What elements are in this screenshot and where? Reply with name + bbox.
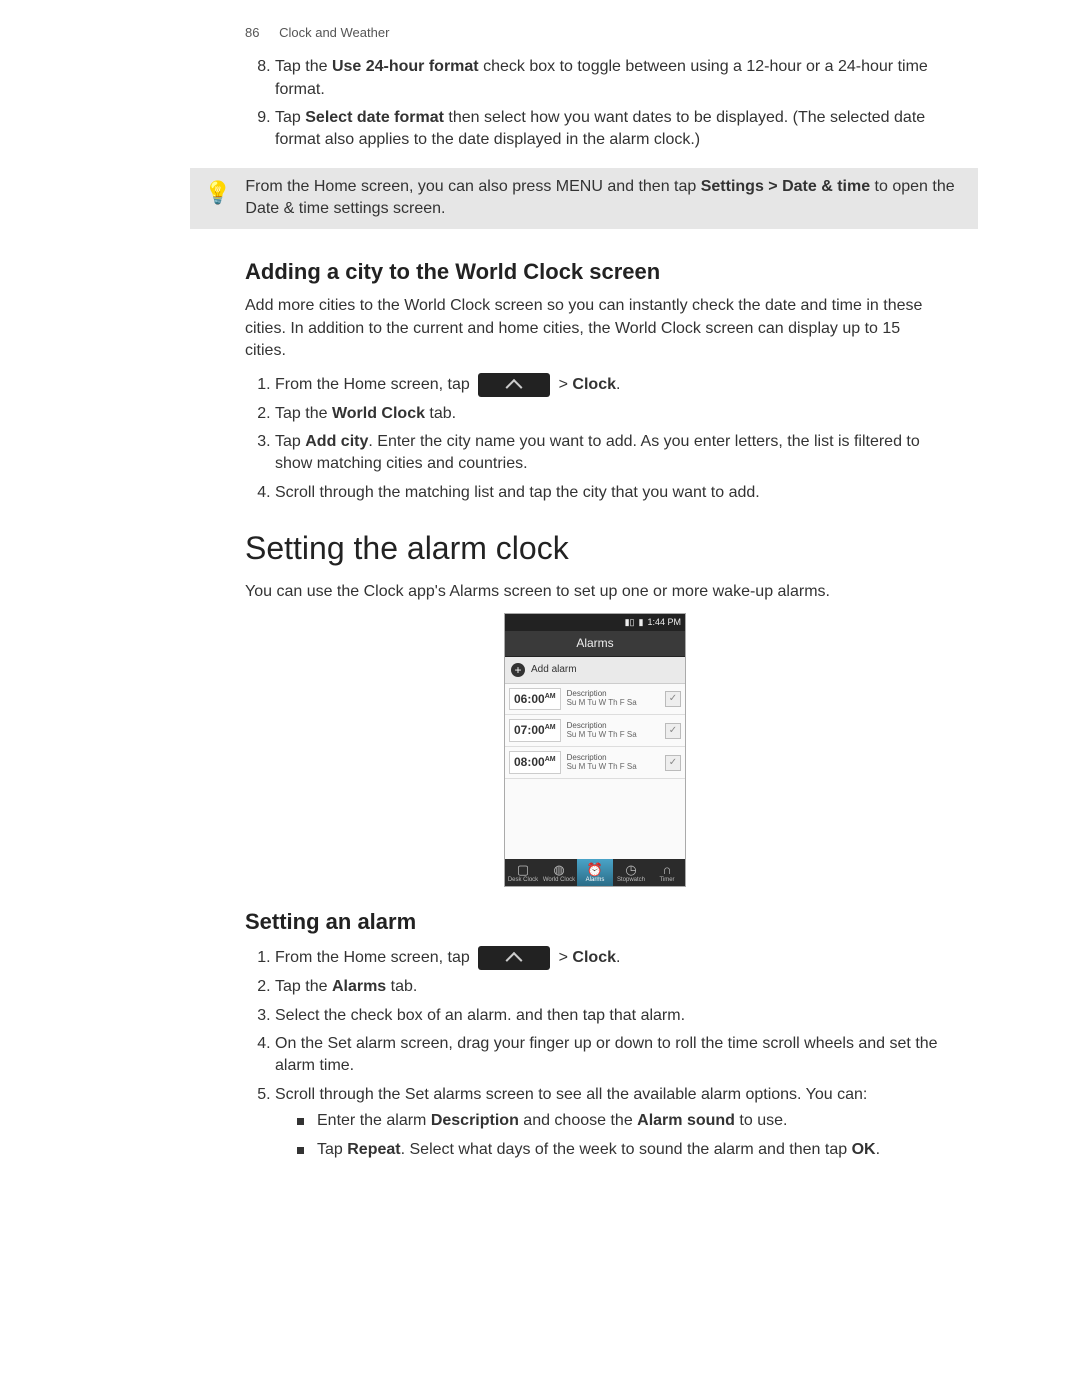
signal-icon: ▮▯ (625, 616, 635, 629)
step-9: Tap Select date format then select how y… (275, 107, 945, 152)
setting-alarm-title: Setting an alarm (245, 907, 945, 938)
alarm-checkbox[interactable]: ✓ (665, 755, 681, 771)
phone-tab-world-clock[interactable]: ◍World Clock (541, 859, 577, 886)
adding-city-steps: From the Home screen, tap > Clock. Tap t… (245, 373, 945, 505)
alarm-desc: DescriptionSu M Tu W Th F Sa (567, 722, 665, 740)
adding-city-step2: Tap the World Clock tab. (275, 403, 945, 425)
header-section: Clock and Weather (279, 25, 389, 40)
setting-alarm-steps: From the Home screen, tap > Clock. Tap t… (245, 946, 945, 1161)
alarm-time: 08:00AM (509, 751, 561, 774)
phone-tab-timer[interactable]: ∩Timer (649, 859, 685, 886)
app-launcher-icon (478, 946, 550, 970)
setting-alarm-step4: On the Set alarm screen, drag your finge… (275, 1033, 945, 1078)
phone-title: Alarms (505, 631, 685, 657)
alarm-time: 07:00AM (509, 719, 561, 742)
alarm-row[interactable]: 06:00AM DescriptionSu M Tu W Th F Sa✓ (505, 684, 685, 716)
tab-icon: ⏰ (577, 863, 613, 876)
tab-icon: ◷ (613, 863, 649, 876)
phone-tab-stopwatch[interactable]: ◷Stopwatch (613, 859, 649, 886)
plus-icon: + (511, 663, 525, 677)
setting-alarm-bullets: Enter the alarm Description and choose t… (275, 1110, 945, 1161)
adding-city-step4: Scroll through the matching list and tap… (275, 482, 945, 504)
add-alarm-row[interactable]: + Add alarm (505, 657, 685, 684)
battery-icon: ▮ (639, 616, 644, 629)
tip-text: From the Home screen, you can also press… (245, 176, 964, 221)
page-header: 86 Clock and Weather (245, 24, 945, 42)
setting-alarm-step3: Select the check box of an alarm. and th… (275, 1005, 945, 1027)
adding-city-title: Adding a city to the World Clock screen (245, 257, 945, 288)
setting-alarm-step1: From the Home screen, tap > Clock. (275, 946, 945, 970)
page-number: 86 (245, 25, 259, 40)
setting-alarm-step2: Tap the Alarms tab. (275, 976, 945, 998)
alarm-desc: DescriptionSu M Tu W Th F Sa (567, 690, 665, 708)
tab-icon: ▢ (505, 863, 541, 876)
bullet-description-sound: Enter the alarm Description and choose t… (297, 1110, 945, 1132)
alarm-time: 06:00AM (509, 688, 561, 711)
setting-alarm-step5: Scroll through the Set alarms screen to … (275, 1084, 945, 1161)
lightbulb-icon: 💡 (204, 178, 231, 209)
adding-city-step1: From the Home screen, tap > Clock. (275, 373, 945, 397)
phone-bottom-tabs: ▢Desk Clock◍World Clock⏰Alarms◷Stopwatch… (505, 859, 685, 886)
tab-icon: ∩ (649, 863, 685, 876)
alarm-checkbox[interactable]: ✓ (665, 723, 681, 739)
setting-alarm-clock-intro: You can use the Clock app's Alarms scree… (245, 581, 945, 603)
tip-box: 💡 From the Home screen, you can also pre… (190, 168, 978, 229)
app-launcher-icon (478, 373, 550, 397)
alarm-desc: DescriptionSu M Tu W Th F Sa (567, 754, 665, 772)
add-alarm-label: Add alarm (531, 663, 577, 677)
phone-tab-desk-clock[interactable]: ▢Desk Clock (505, 859, 541, 886)
date-time-steps: Tap the Use 24-hour format check box to … (245, 56, 945, 152)
adding-city-step3: Tap Add city. Enter the city name you wa… (275, 431, 945, 476)
bullet-repeat: Tap Repeat. Select what days of the week… (297, 1139, 945, 1161)
adding-city-intro: Add more cities to the World Clock scree… (245, 295, 945, 362)
phone-blank-area (505, 779, 685, 859)
alarm-row[interactable]: 08:00AM DescriptionSu M Tu W Th F Sa✓ (505, 747, 685, 779)
tab-icon: ◍ (541, 863, 577, 876)
status-time: 1:44 PM (647, 616, 681, 629)
phone-status-bar: ▮▯ ▮ 1:44 PM (505, 614, 685, 631)
alarm-row[interactable]: 07:00AM DescriptionSu M Tu W Th F Sa✓ (505, 715, 685, 747)
phone-screenshot: ▮▯ ▮ 1:44 PM Alarms + Add alarm 06:00AM D… (504, 613, 686, 887)
phone-tab-alarms[interactable]: ⏰Alarms (577, 859, 613, 886)
alarm-checkbox[interactable]: ✓ (665, 691, 681, 707)
setting-alarm-clock-title: Setting the alarm clock (245, 526, 945, 571)
step-8: Tap the Use 24-hour format check box to … (275, 56, 945, 101)
